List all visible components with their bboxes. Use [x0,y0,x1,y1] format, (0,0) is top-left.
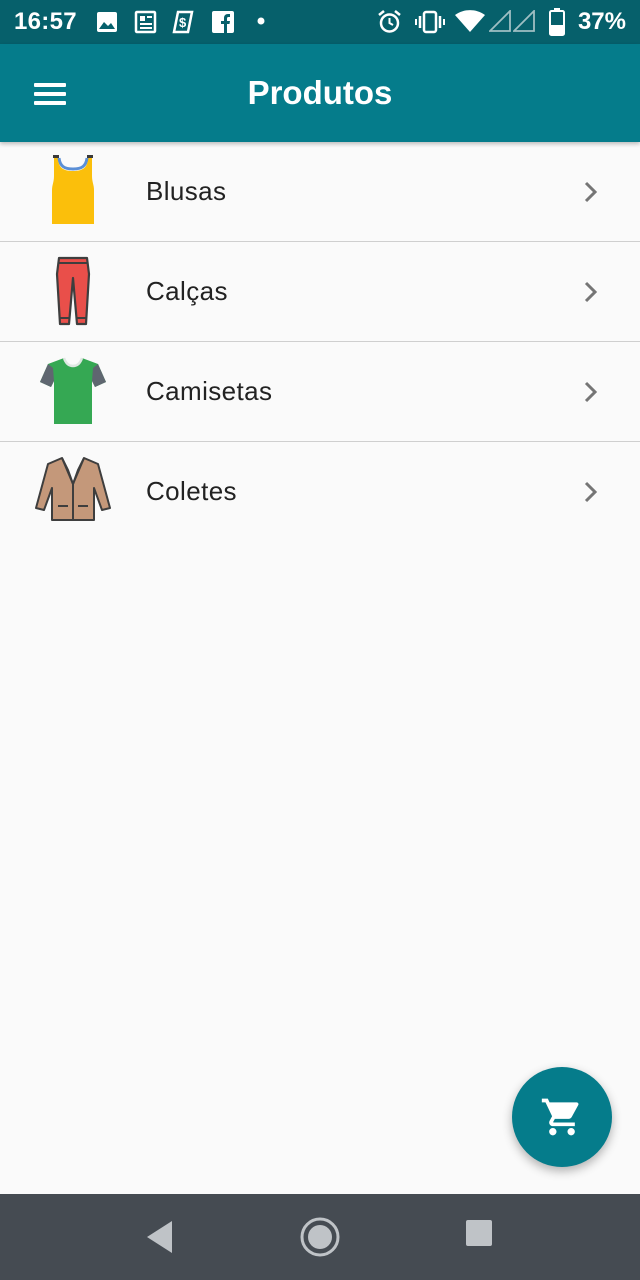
app-bar: Produtos [0,44,640,142]
chevron-right-icon [584,381,598,403]
battery-icon [549,8,565,36]
chevron-right-icon [584,281,598,303]
back-button[interactable] [144,1219,176,1255]
cart-fab-button[interactable] [512,1067,612,1167]
news-icon [134,10,157,34]
vibrate-icon [415,10,445,34]
signal-icon [513,10,535,32]
home-button[interactable] [298,1215,342,1259]
svg-text:$: $ [179,15,187,30]
list-item-calcas[interactable]: Calças [0,242,640,342]
alarm-icon [378,10,401,33]
status-time: 16:57 [14,8,77,35]
list-item-camisetas[interactable]: Camisetas [0,342,640,442]
battery-percentage: 37% [577,8,626,35]
chevron-right-icon [584,481,598,503]
category-list: Blusas Calças Camisetas Coletes [0,142,640,541]
wifi-icon [455,10,485,32]
tshirt-icon [40,357,106,424]
dot-icon [257,17,265,25]
category-label: Coletes [146,476,237,506]
list-item-coletes[interactable]: Coletes [0,442,640,541]
image-icon [97,12,117,32]
recent-apps-button[interactable] [464,1218,494,1248]
jacket-icon [35,457,111,521]
shopping-cart-icon [541,1098,579,1136]
status-bar: 16:57 $ 37% [0,0,640,44]
tank-top-icon [52,155,94,224]
facebook-icon [212,11,234,33]
payment-icon: $ [172,10,194,34]
category-label: Blusas [146,176,227,206]
pants-icon [55,256,91,326]
signal-icon [489,10,511,32]
category-label: Camisetas [146,376,273,406]
list-item-blusas[interactable]: Blusas [0,142,640,242]
chevron-right-icon [584,181,598,203]
page-title: Produtos [247,74,393,111]
system-navigation-bar [0,1194,640,1280]
category-label: Calças [146,276,228,306]
